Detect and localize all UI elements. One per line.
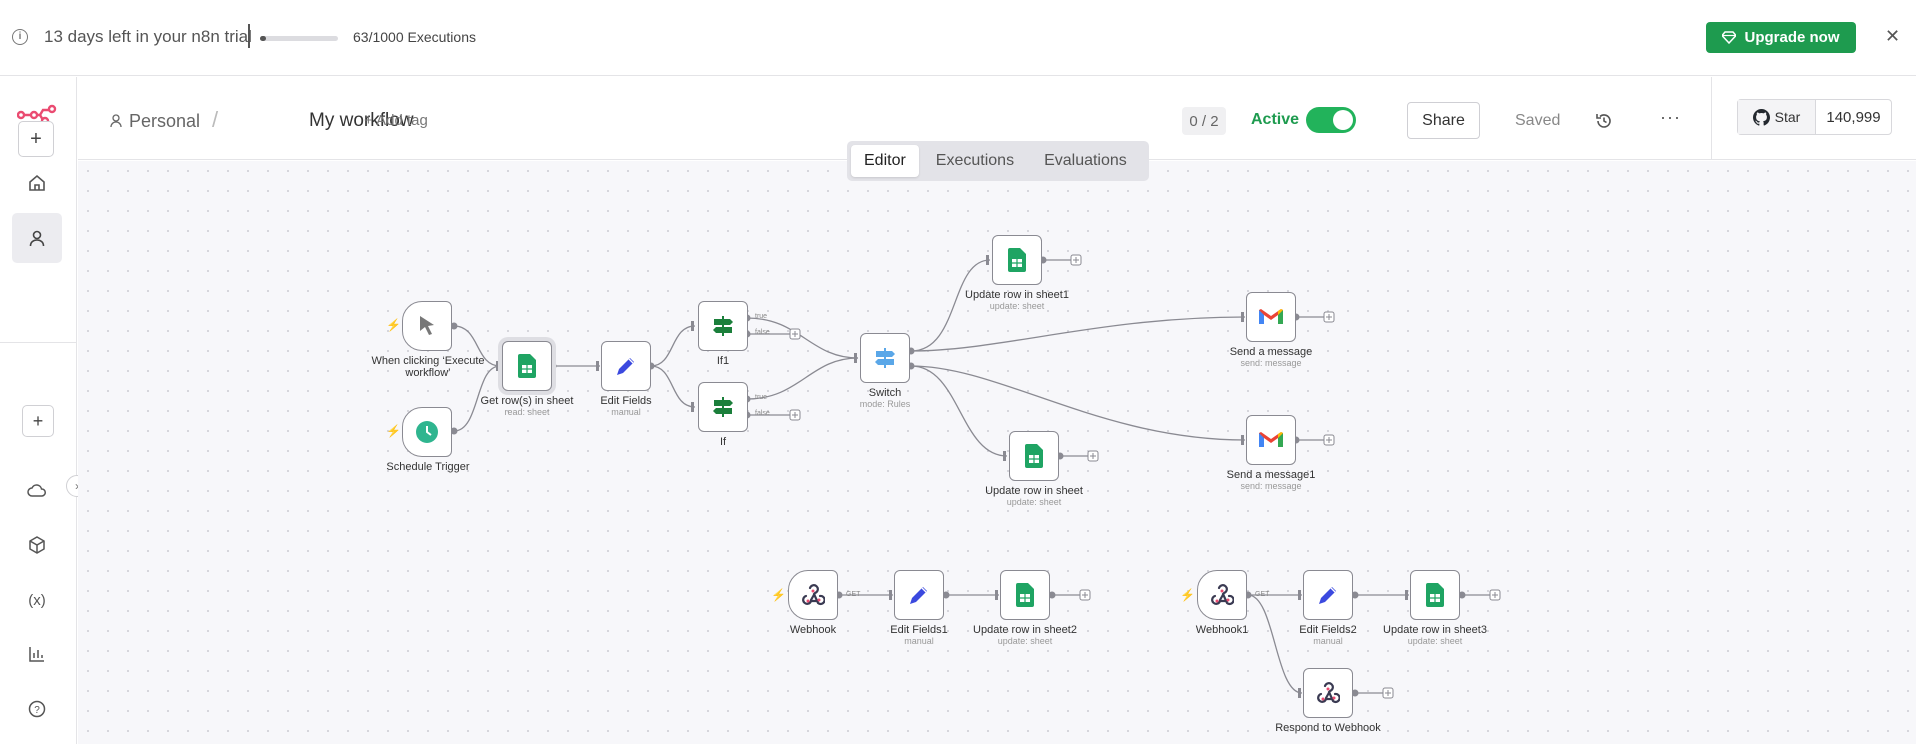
google-sheets-icon (1025, 444, 1043, 468)
node-label: Switch (868, 387, 902, 399)
node-if1[interactable] (698, 301, 748, 351)
node-label: When clicking ‘Execute workflow’ (371, 355, 485, 379)
node-update-row[interactable] (1009, 431, 1059, 481)
node-label: If (719, 436, 727, 448)
node-label: If1 (716, 355, 730, 367)
node-switch[interactable] (860, 333, 910, 383)
webhook-icon (802, 584, 825, 606)
tab-evaluations[interactable]: Evaluations (1031, 145, 1140, 177)
node-label: Schedule Trigger (386, 461, 470, 473)
clock-icon (416, 421, 438, 443)
node-edit-fields[interactable] (601, 341, 651, 391)
node-update-row1[interactable] (992, 235, 1042, 285)
node-schedule-trigger[interactable] (402, 407, 452, 457)
node-edit-fields1[interactable] (894, 570, 944, 620)
port-label-true: true (755, 394, 768, 401)
node-manual-trigger[interactable] (402, 301, 452, 351)
node-if[interactable] (698, 382, 748, 432)
tab-editor[interactable]: Editor (851, 145, 919, 177)
pencil-icon (617, 358, 634, 375)
google-sheets-icon (1016, 583, 1034, 607)
node-sublabel: manual (611, 407, 641, 417)
node-sublabel: mode: Rules (859, 399, 911, 409)
cursor-icon (420, 316, 434, 335)
node-label: Edit Fields (600, 395, 652, 407)
google-sheets-icon (1008, 248, 1026, 272)
port-label-false: false (755, 410, 770, 417)
pencil-icon (910, 587, 927, 604)
node-edit-fields2[interactable] (1303, 570, 1353, 620)
node-send-message[interactable] (1246, 292, 1296, 342)
node-get-rows[interactable] (502, 341, 552, 391)
port-label-get: GET (1255, 591, 1270, 598)
node-respond-webhook[interactable] (1303, 668, 1353, 718)
switch-icon (875, 348, 895, 368)
node-sublabel: send: message (1240, 358, 1302, 368)
google-sheets-icon (518, 354, 536, 378)
webhook-icon (1211, 584, 1234, 606)
trigger-bolt-icon: ⚡ (1180, 588, 1195, 602)
node-send-message1[interactable] (1246, 415, 1296, 465)
node-sublabel: update: sheet (989, 301, 1045, 311)
gmail-icon (1259, 432, 1283, 447)
signpost-icon (713, 397, 733, 417)
port-label-false: false (755, 329, 770, 336)
trigger-bolt-icon: ⚡ (771, 588, 786, 602)
node-label: Send a message (1229, 346, 1313, 358)
gmail-icon (1259, 309, 1283, 324)
trigger-bolt-icon: ⚡ (386, 424, 401, 438)
node-sublabel: update: sheet (1407, 636, 1463, 646)
pencil-icon (1319, 587, 1336, 604)
node-sublabel: update: sheet (997, 636, 1053, 646)
view-tabs: Editor Executions Evaluations (847, 141, 1149, 181)
node-label: Send a message1 (1226, 469, 1316, 481)
signpost-icon (713, 316, 733, 336)
node-label: Update row in sheet (985, 485, 1083, 497)
node-update-row3[interactable] (1410, 570, 1460, 620)
port-label-true: true (755, 313, 768, 320)
node-label: Update row in sheet3 (1383, 624, 1487, 636)
node-sublabel: update: sheet (1006, 497, 1062, 507)
tab-executions[interactable]: Executions (923, 145, 1027, 177)
node-label: Update row in sheet1 (965, 289, 1069, 301)
webhook-icon (1317, 682, 1340, 704)
trigger-bolt-icon: ⚡ (386, 318, 401, 332)
node-label: Respond to Webhook (1275, 722, 1381, 734)
node-update-row2[interactable] (1000, 570, 1050, 620)
node-sublabel: send: message (1240, 481, 1302, 491)
node-webhook1[interactable] (1197, 570, 1247, 620)
node-webhook[interactable] (788, 570, 838, 620)
google-sheets-icon (1426, 583, 1444, 607)
node-label: Update row in sheet2 (973, 624, 1077, 636)
port-label-get: GET (846, 591, 861, 598)
